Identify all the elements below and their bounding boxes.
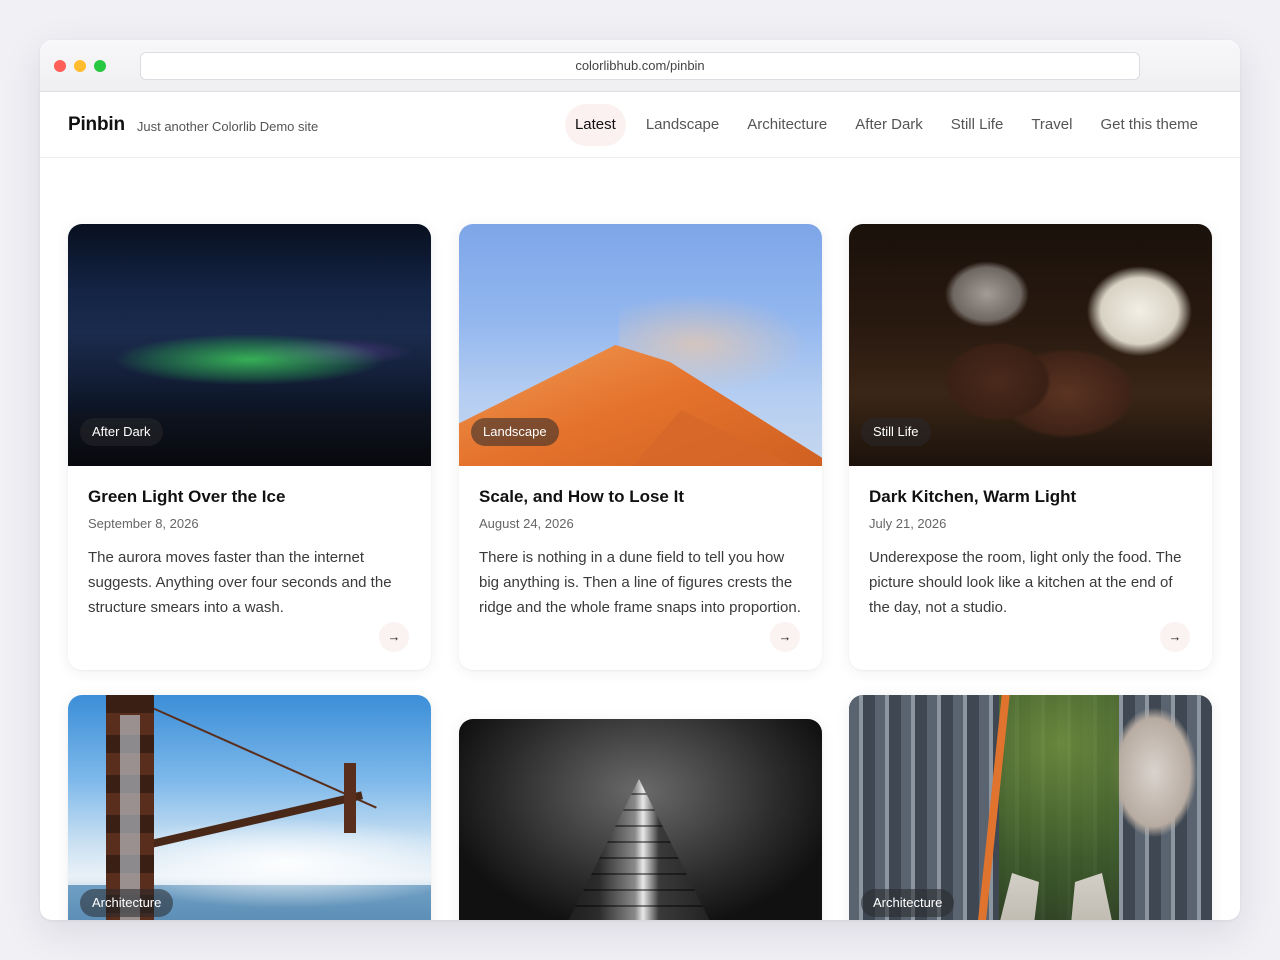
bridge-photo[interactable]: Architecture bbox=[68, 695, 431, 920]
category-badge[interactable]: Still Life bbox=[861, 418, 931, 446]
maximize-window-button[interactable] bbox=[94, 60, 106, 72]
minimize-window-button[interactable] bbox=[74, 60, 86, 72]
post-date: September 8, 2026 bbox=[88, 516, 199, 531]
category-badge[interactable]: Architecture bbox=[861, 889, 955, 917]
category-badge[interactable]: After Dark bbox=[80, 418, 163, 446]
main-nav: Latest Landscape Architecture After Dark… bbox=[564, 104, 1212, 146]
post-card[interactable]: Landscape Scale, and How to Lose It Augu… bbox=[459, 224, 822, 670]
post-card-body: Green Light Over the Ice September 8, 20… bbox=[68, 466, 431, 670]
nav-item-landscape[interactable]: Landscape bbox=[632, 104, 733, 146]
arrow-right-icon[interactable]: → bbox=[379, 622, 409, 652]
post-excerpt: There is nothing in a dune field to tell… bbox=[479, 549, 801, 616]
category-badge[interactable]: Architecture bbox=[80, 889, 174, 917]
post-card-body: Dark Kitchen, Warm Light July 21, 2026 U… bbox=[849, 466, 1212, 670]
post-title[interactable]: Green Light Over the Ice bbox=[88, 486, 411, 508]
browser-chrome: colorlibhub.com/pinbin bbox=[40, 40, 1240, 92]
close-window-button[interactable] bbox=[54, 60, 66, 72]
nav-item-after-dark[interactable]: After Dark bbox=[841, 104, 937, 146]
arrow-right-icon[interactable]: → bbox=[1160, 622, 1190, 652]
arrow-right-icon[interactable]: → bbox=[770, 622, 800, 652]
post-grid: After Dark Green Light Over the Ice Sept… bbox=[40, 158, 1240, 920]
address-bar[interactable]: colorlibhub.com/pinbin bbox=[140, 52, 1140, 80]
post-card[interactable]: After Dark Green Light Over the Ice Sept… bbox=[68, 224, 431, 670]
post-title[interactable]: Dark Kitchen, Warm Light bbox=[869, 486, 1192, 508]
nav-item-get-theme[interactable]: Get this theme bbox=[1086, 104, 1212, 146]
post-date: August 24, 2026 bbox=[479, 516, 574, 531]
nav-item-travel[interactable]: Travel bbox=[1017, 104, 1086, 146]
post-card[interactable]: Still Life Dark Kitchen, Warm Light July… bbox=[849, 224, 1212, 670]
post-excerpt: Underexpose the room, light only the foo… bbox=[869, 549, 1182, 616]
cookies-photo[interactable]: Still Life bbox=[849, 224, 1212, 466]
category-badge[interactable]: Landscape bbox=[471, 418, 559, 446]
site-tagline: Just another Colorlib Demo site bbox=[136, 118, 319, 134]
site-header: Pinbin Just another Colorlib Demo site L… bbox=[40, 92, 1240, 158]
nav-item-latest[interactable]: Latest bbox=[564, 104, 626, 146]
skyscraper-photo[interactable] bbox=[459, 719, 822, 920]
post-card[interactable] bbox=[459, 719, 822, 920]
post-card-body: Scale, and How to Lose It August 24, 202… bbox=[459, 466, 822, 670]
post-card[interactable]: Architecture bbox=[849, 695, 1212, 920]
post-date: July 21, 2026 bbox=[869, 516, 947, 531]
nav-item-still-life[interactable]: Still Life bbox=[937, 104, 1018, 146]
browser-window: colorlibhub.com/pinbin Pinbin Just anoth… bbox=[40, 40, 1240, 920]
post-title[interactable]: Scale, and How to Lose It bbox=[479, 486, 802, 508]
city-rooftop-photo[interactable]: Architecture bbox=[849, 695, 1212, 920]
nav-item-architecture[interactable]: Architecture bbox=[733, 104, 841, 146]
aurora-photo[interactable]: After Dark bbox=[68, 224, 431, 466]
site-logo[interactable]: Pinbin bbox=[68, 114, 125, 136]
dune-photo[interactable]: Landscape bbox=[459, 224, 822, 466]
post-card[interactable]: Architecture bbox=[68, 695, 431, 920]
post-excerpt: The aurora moves faster than the interne… bbox=[88, 549, 392, 616]
